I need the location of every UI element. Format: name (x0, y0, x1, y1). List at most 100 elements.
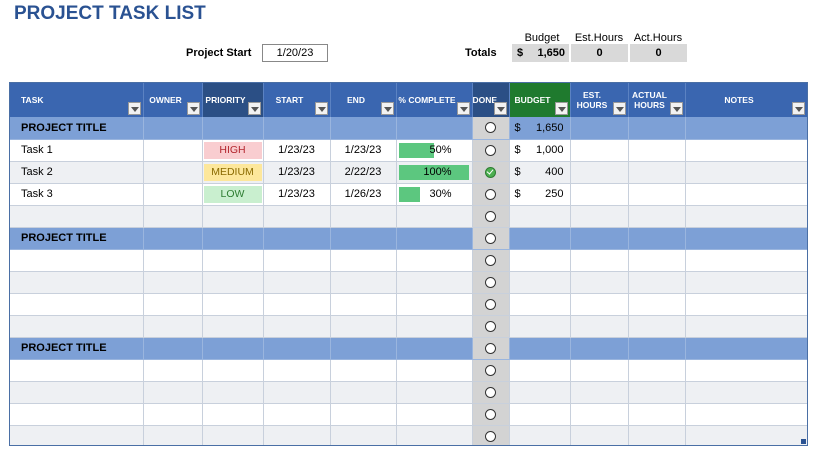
empty-cell[interactable] (263, 117, 331, 140)
filter-dropdown-icon[interactable] (314, 102, 328, 115)
empty-cell[interactable] (570, 183, 629, 206)
done-cell[interactable] (472, 183, 510, 206)
empty-cell[interactable] (330, 337, 397, 360)
empty-cell[interactable] (628, 315, 686, 338)
empty-cell[interactable] (202, 205, 264, 228)
filter-dropdown-icon[interactable] (127, 102, 141, 115)
empty-cell[interactable] (685, 117, 807, 140)
empty-cell[interactable] (685, 205, 807, 228)
empty-cell[interactable] (330, 205, 397, 228)
empty-cell[interactable] (396, 403, 473, 426)
priority-cell[interactable]: MEDIUM (202, 161, 264, 184)
empty-cell[interactable] (10, 315, 144, 338)
done-radio[interactable] (485, 430, 496, 442)
done-radio[interactable] (485, 298, 496, 310)
empty-cell[interactable] (263, 293, 331, 316)
filter-dropdown-icon[interactable] (247, 102, 261, 115)
empty-cell[interactable] (330, 227, 397, 250)
budget-cell[interactable] (509, 271, 571, 294)
empty-cell[interactable] (685, 315, 807, 338)
task-name-cell[interactable]: Task 1 (10, 139, 144, 162)
empty-cell[interactable] (570, 381, 629, 404)
empty-cell[interactable] (685, 271, 807, 294)
owner-cell[interactable] (143, 183, 203, 206)
empty-cell[interactable] (202, 227, 264, 250)
empty-cell[interactable] (570, 139, 629, 162)
empty-cell[interactable] (202, 117, 264, 140)
project-title[interactable]: PROJECT TITLE (10, 337, 144, 360)
start-date-cell[interactable]: 1/23/23 (263, 161, 331, 184)
done-cell[interactable] (472, 337, 510, 360)
empty-cell[interactable] (685, 249, 807, 272)
empty-cell[interactable] (628, 205, 686, 228)
done-radio[interactable] (485, 122, 496, 134)
budget-cell[interactable] (509, 249, 571, 272)
empty-cell[interactable] (330, 359, 397, 382)
done-cell[interactable] (472, 271, 510, 294)
empty-cell[interactable] (628, 183, 686, 206)
budget-cell[interactable] (509, 293, 571, 316)
project-title[interactable]: PROJECT TITLE (10, 117, 144, 140)
empty-cell[interactable] (202, 337, 264, 360)
empty-cell[interactable] (396, 205, 473, 228)
empty-cell[interactable] (396, 425, 473, 445)
empty-cell[interactable] (330, 425, 397, 445)
empty-cell[interactable] (143, 227, 203, 250)
empty-cell[interactable] (263, 205, 331, 228)
empty-cell[interactable] (202, 293, 264, 316)
done-radio[interactable] (485, 254, 496, 266)
empty-cell[interactable] (685, 359, 807, 382)
empty-cell[interactable] (570, 315, 629, 338)
budget-cell[interactable] (509, 315, 571, 338)
empty-cell[interactable] (263, 271, 331, 294)
empty-cell[interactable] (143, 315, 203, 338)
filter-dropdown-icon[interactable] (612, 102, 626, 115)
empty-cell[interactable] (143, 403, 203, 426)
empty-cell[interactable] (570, 271, 629, 294)
filter-dropdown-icon[interactable] (554, 102, 568, 115)
empty-cell[interactable] (10, 403, 144, 426)
empty-cell[interactable] (143, 117, 203, 140)
filter-dropdown-icon[interactable] (791, 102, 805, 115)
end-date-cell[interactable]: 2/22/23 (330, 161, 397, 184)
owner-cell[interactable] (143, 161, 203, 184)
empty-cell[interactable] (628, 381, 686, 404)
empty-cell[interactable] (570, 249, 629, 272)
budget-cell[interactable] (509, 337, 571, 360)
empty-cell[interactable] (330, 271, 397, 294)
empty-cell[interactable] (202, 359, 264, 382)
start-date-cell[interactable]: 1/23/23 (263, 183, 331, 206)
filter-dropdown-icon[interactable] (456, 102, 470, 115)
empty-cell[interactable] (685, 161, 807, 184)
empty-cell[interactable] (570, 117, 629, 140)
empty-cell[interactable] (263, 359, 331, 382)
empty-cell[interactable] (10, 425, 144, 445)
empty-cell[interactable] (143, 293, 203, 316)
empty-cell[interactable] (10, 249, 144, 272)
done-cell[interactable] (472, 315, 510, 338)
pct-complete-cell[interactable]: 50% (396, 139, 473, 162)
done-cell[interactable] (472, 425, 510, 445)
empty-cell[interactable] (396, 337, 473, 360)
done-radio[interactable] (485, 188, 496, 200)
done-radio[interactable] (485, 232, 496, 244)
filter-dropdown-icon[interactable] (669, 102, 683, 115)
budget-cell[interactable] (509, 205, 571, 228)
empty-cell[interactable] (143, 425, 203, 445)
empty-cell[interactable] (685, 139, 807, 162)
empty-cell[interactable] (10, 271, 144, 294)
done-cell[interactable] (472, 161, 510, 184)
empty-cell[interactable] (330, 117, 397, 140)
empty-cell[interactable] (628, 359, 686, 382)
empty-cell[interactable] (396, 227, 473, 250)
empty-cell[interactable] (628, 161, 686, 184)
empty-cell[interactable] (628, 425, 686, 445)
end-date-cell[interactable]: 1/23/23 (330, 139, 397, 162)
empty-cell[interactable] (263, 337, 331, 360)
empty-cell[interactable] (202, 249, 264, 272)
done-cell[interactable] (472, 381, 510, 404)
done-cell[interactable] (472, 139, 510, 162)
empty-cell[interactable] (330, 249, 397, 272)
empty-cell[interactable] (330, 315, 397, 338)
empty-cell[interactable] (330, 293, 397, 316)
